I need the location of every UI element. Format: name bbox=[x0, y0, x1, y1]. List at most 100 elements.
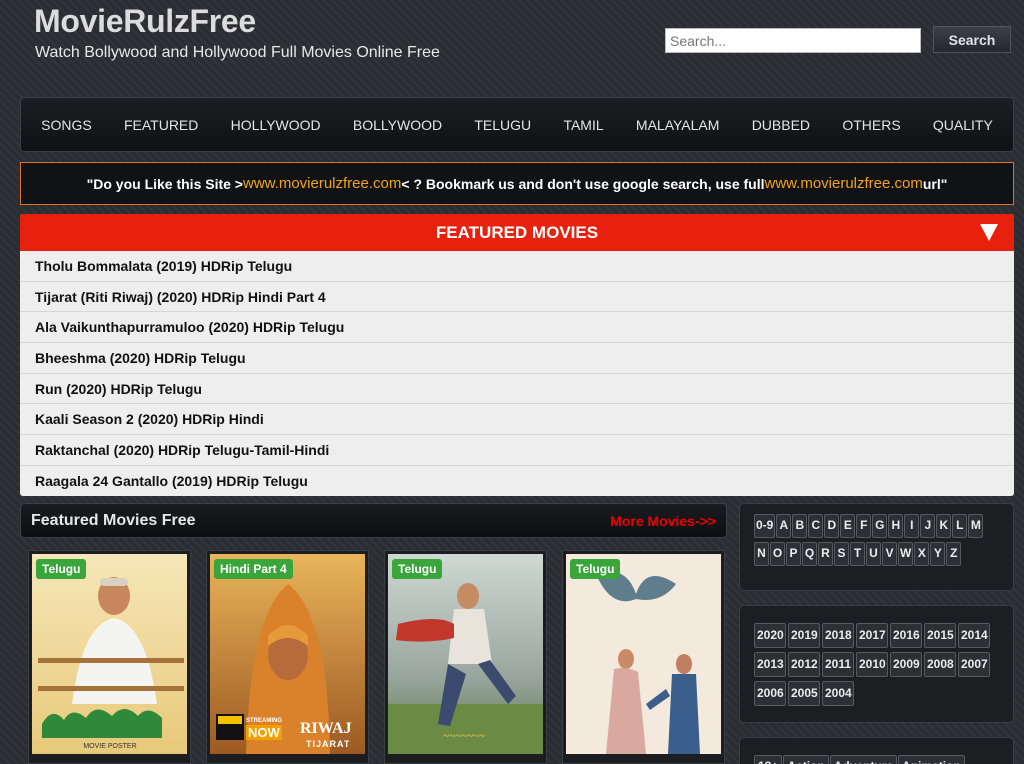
letter-filter-link[interactable]: U bbox=[866, 542, 881, 566]
year-filter-link[interactable]: 2017 bbox=[856, 623, 888, 648]
year-filter-link[interactable]: 2008 bbox=[924, 652, 956, 677]
featured-movie-link[interactable]: Tijarat (Riti Riwaj) (2020) HDRip Hindi … bbox=[20, 282, 1014, 313]
movie-card[interactable]: Telugu MOVIE POSTER bbox=[28, 550, 191, 764]
language-tag: Telugu bbox=[570, 559, 621, 579]
letter-filter-link[interactable]: E bbox=[840, 514, 856, 538]
year-filter-link[interactable]: 2007 bbox=[958, 652, 990, 677]
featured-movie-link[interactable]: Run (2020) HDRip Telugu bbox=[20, 374, 1014, 405]
nav-quality[interactable]: QUALITY bbox=[933, 117, 993, 133]
nav-telugu[interactable]: TELUGU bbox=[474, 117, 531, 133]
letter-filter-link[interactable]: N bbox=[754, 542, 769, 566]
nav-hollywood[interactable]: HOLLYWOOD bbox=[231, 117, 321, 133]
nav-malayalam[interactable]: MALAYALAM bbox=[636, 117, 720, 133]
collapse-triangle-icon[interactable] bbox=[980, 224, 998, 241]
letter-filter-link[interactable]: L bbox=[952, 514, 968, 538]
featured-movie-link[interactable]: Ala Vaikunthapurramuloo (2020) HDRip Tel… bbox=[20, 312, 1014, 344]
featured-movie-link[interactable]: Kaali Season 2 (2020) HDRip Hindi bbox=[20, 404, 1014, 436]
letter-filter-link[interactable]: A bbox=[776, 514, 792, 538]
letter-filter-link[interactable]: I bbox=[904, 514, 920, 538]
poster-art bbox=[566, 554, 721, 754]
nav-dubbed[interactable]: DUBBED bbox=[752, 117, 810, 133]
notice-domain-link-2[interactable]: www.movierulzfree.com bbox=[765, 175, 923, 192]
letter-filter-link[interactable]: P bbox=[786, 542, 801, 566]
genre-filter-panel: 18+ActionAdventureAnimation bbox=[739, 737, 1014, 764]
movie-poster[interactable]: Telugu MOVIE POSTER bbox=[32, 554, 187, 754]
year-filter-link[interactable]: 2016 bbox=[890, 623, 922, 648]
movie-card[interactable]: Telugu bbox=[562, 550, 725, 764]
letter-filter-link[interactable]: O bbox=[770, 542, 785, 566]
letter-filter-link[interactable]: B bbox=[792, 514, 808, 538]
letter-filter-link[interactable]: Q bbox=[802, 542, 817, 566]
year-filter-link[interactable]: 2004 bbox=[822, 681, 854, 706]
letter-filter-link[interactable]: D bbox=[824, 514, 840, 538]
search-input[interactable] bbox=[665, 28, 921, 53]
letter-filter-link[interactable]: G bbox=[872, 514, 888, 538]
svg-text:MOVIE POSTER: MOVIE POSTER bbox=[83, 743, 136, 750]
notice-text-start: "Do you Like this Site > bbox=[86, 175, 243, 192]
movie-card[interactable]: Hindi Part 4 STREAMING NOW RIWAJ TIJARAT bbox=[206, 550, 369, 764]
letter-filter-link[interactable]: 0-9 bbox=[754, 514, 776, 538]
movie-poster[interactable]: Telugu bbox=[566, 554, 721, 754]
nav-songs[interactable]: SONGS bbox=[41, 117, 92, 133]
year-filter-link[interactable]: 2020 bbox=[754, 623, 786, 648]
poster-title: RIWAJ bbox=[300, 720, 352, 737]
featured-movie-link[interactable]: Tholu Bommalata (2019) HDRip Telugu bbox=[20, 251, 1014, 282]
year-filter-link[interactable]: 2011 bbox=[822, 652, 854, 677]
featured-header[interactable]: FEATURED MOVIES bbox=[20, 214, 1014, 251]
poster-art: ~~~~~~~ bbox=[388, 554, 543, 754]
letter-filter-link[interactable]: F bbox=[856, 514, 872, 538]
letter-filter-link[interactable]: J bbox=[920, 514, 936, 538]
year-filter-link[interactable]: 2009 bbox=[890, 652, 922, 677]
genre-grid: 18+ActionAdventureAnimation bbox=[754, 754, 999, 764]
letter-filter-link[interactable]: X bbox=[914, 542, 930, 566]
letter-filter-link[interactable]: Y bbox=[930, 542, 946, 566]
more-movies-link[interactable]: More Movies->> bbox=[610, 513, 716, 529]
language-tag: Hindi Part 4 bbox=[214, 559, 293, 579]
genre-filter-link[interactable]: Animation bbox=[898, 755, 965, 764]
featured-movie-link[interactable]: Bheeshma (2020) HDRip Telugu bbox=[20, 343, 1014, 374]
movie-poster[interactable]: Hindi Part 4 STREAMING NOW RIWAJ TIJARAT bbox=[210, 554, 365, 754]
year-filter-link[interactable]: 2010 bbox=[856, 652, 888, 677]
streaming-label: STREAMING bbox=[246, 718, 282, 724]
letter-filter-link[interactable]: K bbox=[936, 514, 952, 538]
letter-filter-link[interactable]: V bbox=[882, 542, 897, 566]
year-filter-link[interactable]: 2006 bbox=[754, 681, 786, 706]
featured-movie-link[interactable]: Raktanchal (2020) HDRip Telugu-Tamil-Hin… bbox=[20, 435, 1014, 466]
svg-text:~~~~~~~: ~~~~~~~ bbox=[443, 730, 485, 742]
site-tagline: Watch Bollywood and Hollywood Full Movie… bbox=[35, 44, 440, 61]
letter-filter-link[interactable]: M bbox=[968, 514, 984, 538]
year-filter-link[interactable]: 2019 bbox=[788, 623, 820, 648]
year-filter-link[interactable]: 2018 bbox=[822, 623, 854, 648]
year-filter-link[interactable]: 2015 bbox=[924, 623, 956, 648]
site-title[interactable]: MovieRulzFree bbox=[34, 3, 256, 40]
letter-filter-link[interactable]: R bbox=[818, 542, 833, 566]
nav-tamil[interactable]: TAMIL bbox=[563, 117, 603, 133]
notice-domain-link[interactable]: www.movierulzfree.com bbox=[243, 175, 401, 192]
genre-filter-link[interactable]: Action bbox=[783, 755, 829, 764]
year-filter-link[interactable]: 2012 bbox=[788, 652, 820, 677]
year-filter-link[interactable]: 2013 bbox=[754, 652, 786, 677]
poster-art: MOVIE POSTER bbox=[32, 554, 187, 754]
nav-bollywood[interactable]: BOLLYWOOD bbox=[353, 117, 442, 133]
nav-others[interactable]: OTHERS bbox=[842, 117, 900, 133]
search-button[interactable]: Search bbox=[933, 26, 1011, 53]
genre-filter-link[interactable]: Adventure bbox=[829, 755, 898, 764]
nav-featured[interactable]: FEATURED bbox=[124, 117, 198, 133]
year-filter-link[interactable]: 2005 bbox=[788, 681, 820, 706]
movie-poster[interactable]: Telugu ~~~~~~~ bbox=[388, 554, 543, 754]
streaming-now-label: NOW bbox=[246, 725, 282, 740]
letter-filter-link[interactable]: H bbox=[888, 514, 904, 538]
section-title: Featured Movies Free bbox=[31, 511, 196, 529]
letter-filter-link[interactable]: T bbox=[850, 542, 865, 566]
featured-movie-link[interactable]: Raagala 24 Gantallo (2019) HDRip Telugu bbox=[20, 466, 1014, 496]
letter-filter-link[interactable]: S bbox=[834, 542, 849, 566]
alphabet-filter-panel: 0-9 A B C D E F G H I J K L M N O P Q R S T U V W X Y Z bbox=[739, 503, 1014, 591]
letter-filter-link[interactable]: W bbox=[898, 542, 914, 566]
letter-filter-link[interactable]: C bbox=[808, 514, 824, 538]
movie-card[interactable]: Telugu ~~~~~~~ bbox=[384, 550, 547, 764]
featured-title: FEATURED MOVIES bbox=[435, 222, 599, 242]
letter-filter-link[interactable]: Z bbox=[946, 542, 962, 566]
featured-list: Tholu Bommalata (2019) HDRip Telugu Tija… bbox=[20, 251, 1014, 496]
year-filter-link[interactable]: 2014 bbox=[958, 623, 990, 648]
genre-filter-link[interactable]: 18+ bbox=[754, 755, 783, 764]
